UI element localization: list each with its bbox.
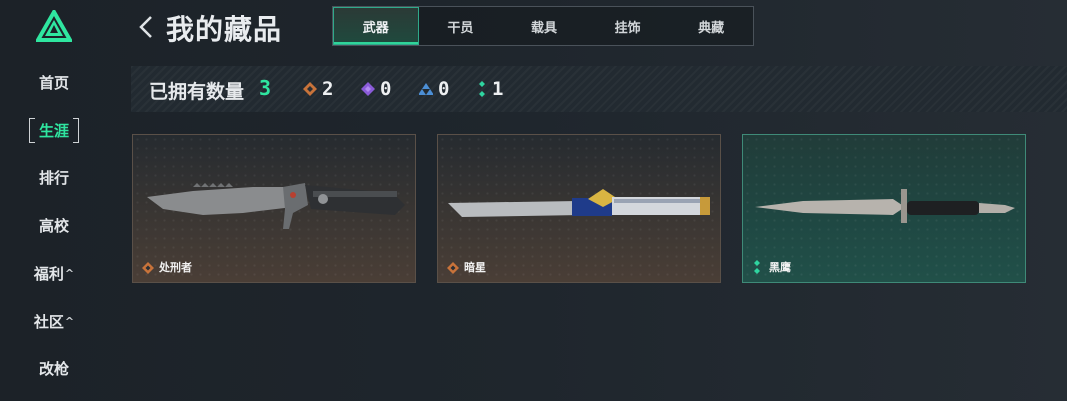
- sidebar-item-home[interactable]: 首页: [0, 67, 108, 97]
- orange-diamond-icon: [303, 82, 317, 96]
- sidebar-item-university[interactable]: 高校: [0, 210, 108, 240]
- sidebar: 首页 生涯 排行 高校 福利 ^ 社区 ^ 改枪: [0, 0, 110, 401]
- chevron-left-icon: [139, 16, 152, 38]
- rarity-count-green: 1: [477, 78, 503, 100]
- chevron-up-icon: ^: [64, 266, 75, 280]
- sidebar-item-label: 生涯: [28, 117, 80, 143]
- item-name: 处刑者: [159, 261, 192, 274]
- green-dots-icon: [754, 260, 760, 274]
- collection-card-darkstar[interactable]: 暗星: [437, 134, 721, 283]
- orange-diamond-icon: [447, 262, 459, 274]
- sidebar-item-career[interactable]: 生涯: [0, 115, 108, 145]
- sidebar-item-ranking[interactable]: 排行: [0, 162, 108, 192]
- blue-triangle-icon: [419, 83, 433, 95]
- back-button[interactable]: [135, 10, 157, 44]
- owned-count-label: 已拥有数量: [149, 81, 245, 103]
- collection-card-blackhawk[interactable]: 黑鹰: [742, 134, 1026, 283]
- knife-image: [755, 189, 1015, 223]
- owned-summary-bar: 已拥有数量 3 2 0 0 1: [131, 66, 1067, 112]
- sidebar-item-label: 福利: [33, 264, 64, 283]
- knife-image: [448, 189, 710, 217]
- tab-charms[interactable]: 挂饰: [586, 7, 670, 45]
- green-dots-icon: [479, 81, 485, 97]
- rarity-count-blue: 0: [419, 78, 449, 100]
- tab-collection[interactable]: 典藏: [669, 7, 753, 45]
- sidebar-item-label: 社区: [33, 312, 64, 331]
- rarity-count-purple: 0: [361, 78, 391, 100]
- sidebar-item-gunsmith[interactable]: 改枪: [0, 353, 108, 383]
- sidebar-item-label: 高校: [38, 216, 69, 235]
- knife-image: [147, 183, 405, 229]
- chevron-up-icon: ^: [64, 314, 75, 328]
- item-name: 暗星: [464, 261, 486, 274]
- rarity-count-orange: 2: [303, 78, 333, 100]
- tab-operators[interactable]: 干员: [419, 7, 503, 45]
- orange-diamond-icon: [142, 262, 154, 274]
- item-name: 黑鹰: [769, 261, 791, 274]
- category-tabs: 武器 干员 载具 挂饰 典藏: [332, 6, 754, 46]
- tab-weapons[interactable]: 武器: [333, 7, 419, 45]
- sidebar-item-community[interactable]: 社区 ^: [0, 306, 108, 336]
- sidebar-item-welfare[interactable]: 福利 ^: [0, 258, 108, 288]
- tab-vehicles[interactable]: 载具: [502, 7, 586, 45]
- app-logo-icon: [34, 7, 74, 42]
- owned-count-value: 3: [259, 76, 272, 100]
- sidebar-item-label: 首页: [38, 73, 69, 92]
- collection-card-executioner[interactable]: 处刑者: [132, 134, 416, 283]
- sidebar-item-label: 排行: [38, 168, 69, 187]
- purple-diamond-icon: [361, 82, 375, 96]
- sidebar-item-label: 改枪: [38, 359, 69, 378]
- page-title: 我的藏品: [166, 13, 283, 46]
